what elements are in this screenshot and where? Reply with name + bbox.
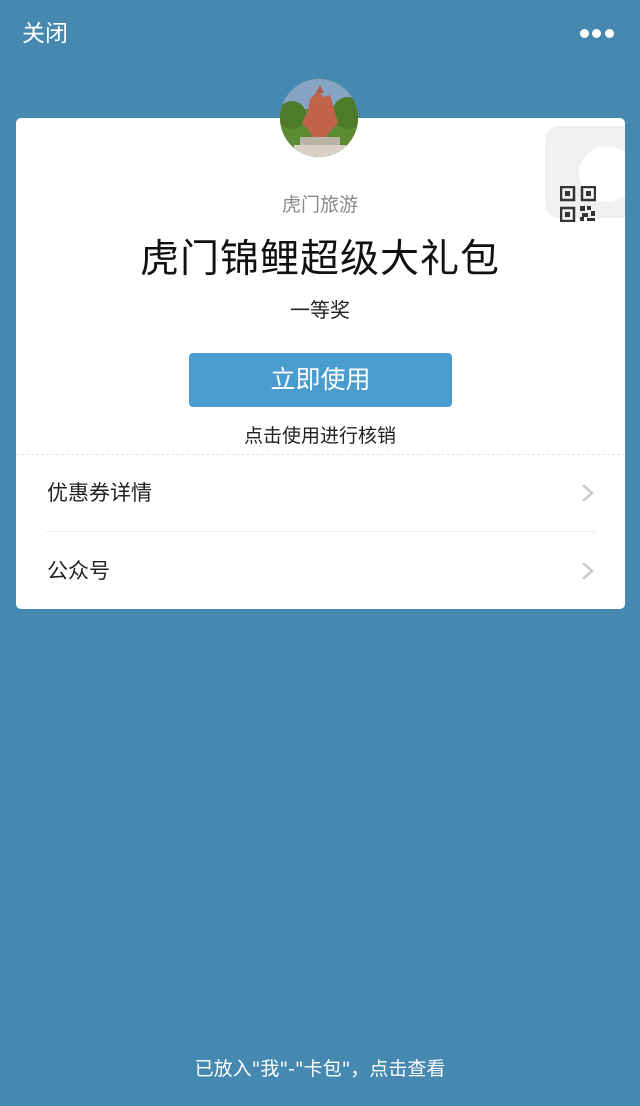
coupon-title: 虎门锦鲤超级大礼包 bbox=[139, 237, 500, 282]
row-divider bbox=[46, 531, 596, 532]
statue-image bbox=[280, 79, 358, 157]
use-now-button[interactable]: 立即使用 bbox=[189, 353, 452, 407]
merchant-avatar bbox=[280, 79, 358, 157]
chevron-right-icon bbox=[582, 562, 594, 580]
row-label: 优惠券详情 bbox=[47, 481, 152, 505]
row-label: 公众号 bbox=[47, 559, 110, 583]
row-coupon-details[interactable]: 优惠券详情 bbox=[16, 455, 625, 532]
coupon-subtitle: 一等奖 bbox=[290, 298, 350, 322]
merchant-name: 虎门旅游 bbox=[281, 194, 358, 216]
top-bar: 关闭 bbox=[0, 0, 640, 70]
use-hint-text: 点击使用进行核销 bbox=[243, 425, 396, 447]
card-wallet-link[interactable]: 已放入"我"-"卡包"，点击查看 bbox=[0, 1054, 640, 1081]
more-dots-icon[interactable] bbox=[580, 24, 614, 44]
close-button[interactable]: 关闭 bbox=[22, 20, 68, 48]
chevron-right-icon bbox=[582, 484, 594, 502]
row-official-account[interactable]: 公众号 bbox=[16, 533, 625, 610]
qr-code-icon[interactable] bbox=[559, 185, 597, 223]
